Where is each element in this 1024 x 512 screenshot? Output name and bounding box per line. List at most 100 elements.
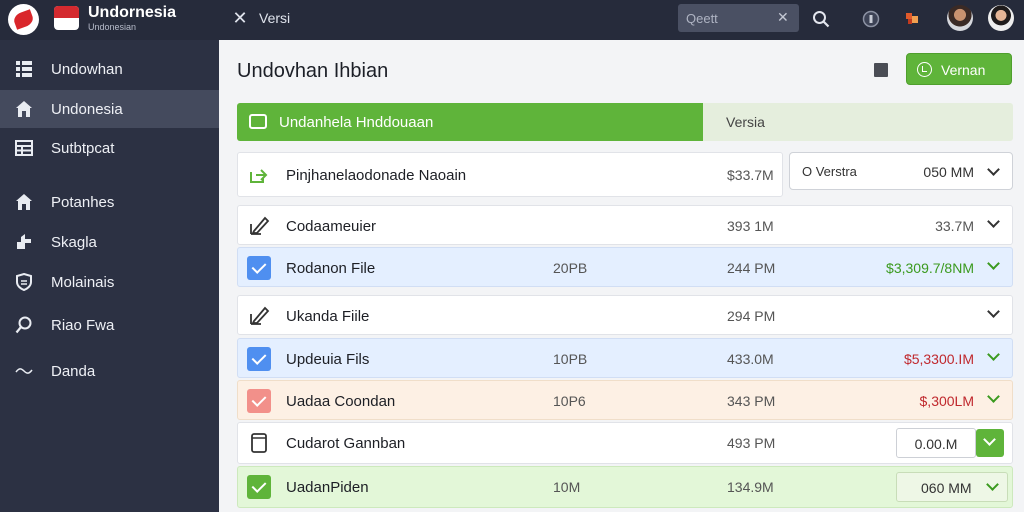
row-name: Uadaa Coondan: [286, 393, 396, 410]
flag-icon[interactable]: [900, 7, 924, 31]
chevron-down-icon: [987, 482, 997, 492]
list-item[interactable]: Pinjhanelaodonade Naoain $33.7M: [237, 152, 783, 197]
top-bar: ✕ Versi ✕: [219, 0, 1024, 40]
checkbox[interactable]: [247, 347, 271, 371]
search-input[interactable]: [686, 9, 774, 27]
table-row[interactable]: UadanPiden 10M 134.9M 060 MM: [237, 466, 1013, 508]
row-size: 10P6: [553, 393, 586, 409]
row-time: 294 PM: [727, 308, 776, 324]
sidebar-item-label: Undowhan: [51, 60, 123, 78]
sidebar: Undornesia Undonesian Undowhan Undonesia…: [0, 0, 219, 512]
row-time: 244 PM: [727, 260, 776, 276]
stop-button[interactable]: [874, 63, 888, 77]
flag-icon: [54, 6, 79, 30]
primary-button-label: Vernan: [941, 62, 986, 78]
brand-header: Undornesia Undonesian: [0, 0, 219, 40]
progress-banner: Undanhela Hnddouaan Versia: [237, 103, 1013, 141]
sidebar-item-label: Molainais: [51, 273, 115, 291]
grid-icon: [14, 59, 34, 79]
chevron-down-icon: [988, 167, 998, 177]
amount-input-box: [896, 428, 976, 458]
select-value: 060 MM: [921, 480, 972, 496]
chevron-down-icon[interactable]: [988, 309, 998, 319]
amount-select[interactable]: 060 MM: [896, 472, 1008, 502]
sidebar-item-label: Potanhes: [51, 193, 115, 211]
window-title: Versi: [259, 10, 291, 26]
row-time: 343 PM: [727, 393, 776, 409]
sidebar-item-undonesia[interactable]: Undonesia: [0, 90, 219, 128]
primary-action-button[interactable]: Vernan: [906, 53, 1012, 85]
wave-icon: [14, 361, 34, 381]
edit-icon: [247, 214, 271, 238]
shield-icon: [14, 272, 34, 292]
table-row[interactable]: Codaameuier 393 1M 33.7M: [237, 205, 1013, 245]
chevron-down-icon[interactable]: [988, 219, 998, 229]
row-time: 493 PM: [727, 435, 776, 451]
amount-input[interactable]: [903, 435, 969, 453]
table-row[interactable]: Updeuia Fils 10PB 433.0M $5,3300.IM: [237, 338, 1013, 378]
row-name: Pinjhanelaodonade Naoain: [286, 167, 467, 184]
confirm-button[interactable]: [976, 429, 1004, 457]
avatar[interactable]: [947, 5, 973, 31]
home-icon: [14, 99, 34, 119]
row-value: 33.7M: [935, 218, 974, 234]
checkbox-checked-icon: [247, 347, 271, 371]
sidebar-item-undowhan[interactable]: Undowhan: [0, 50, 219, 88]
row-name: Codaameuier: [286, 218, 377, 235]
row-name: Rodanon File: [286, 260, 376, 277]
checkbox[interactable]: [247, 256, 271, 280]
sidebar-item-label: Danda: [51, 362, 96, 380]
brand-subtitle: Undonesian: [88, 22, 137, 32]
row-value: $,300LM: [919, 393, 974, 409]
search-icon: [14, 315, 34, 335]
search-icon[interactable]: [809, 7, 833, 31]
chevron-down-icon[interactable]: [988, 394, 998, 404]
row-name: Cudarot Gannban: [286, 435, 406, 452]
sidebar-item-riao-fwa[interactable]: Riao Fwa: [0, 306, 219, 344]
chevron-down-icon[interactable]: [988, 261, 998, 271]
version-select[interactable]: O Verstra 050 MM: [789, 152, 1013, 190]
row-value: $3,309.7/8NM: [886, 260, 974, 276]
checkbox-checked-icon: [247, 389, 271, 413]
user-avatar[interactable]: [988, 5, 1014, 31]
table-row[interactable]: Cudarot Gannban 493 PM: [237, 422, 1013, 464]
sidebar-item-label: Sutbtpcat: [51, 139, 115, 157]
sidebar-item-label: Skagla: [51, 233, 97, 251]
checkbox-checked-icon: [247, 256, 271, 280]
info-icon[interactable]: [859, 7, 883, 31]
search-box: ✕: [678, 4, 799, 32]
share-icon: [14, 232, 34, 252]
edit-icon: [247, 304, 271, 328]
sidebar-item-danda[interactable]: Danda: [0, 352, 219, 390]
sidebar-item-molainais[interactable]: Molainais: [0, 263, 219, 301]
table-row[interactable]: Ukanda Fiile 294 PM: [237, 295, 1013, 335]
banner-right-label: Versia: [726, 114, 765, 130]
home-icon: [14, 192, 34, 212]
table-row[interactable]: Uadaa Coondan 10P6 343 PM $,300LM: [237, 380, 1013, 420]
checkbox[interactable]: [247, 389, 271, 413]
clear-icon[interactable]: ✕: [777, 9, 789, 26]
sidebar-item-label: Riao Fwa: [51, 316, 115, 334]
chat-icon: [249, 114, 267, 129]
checkbox-checked-icon: [247, 475, 271, 499]
row-size: 10PB: [553, 351, 588, 367]
page-title: Undovhan Ihbian: [237, 60, 389, 82]
close-icon[interactable]: ✕: [231, 8, 249, 28]
banner-label: Undanhela Hnddouaan: [279, 114, 434, 131]
sidebar-item-label: Undonesia: [51, 100, 123, 118]
table-icon: [14, 138, 34, 158]
select-label: O Verstra: [802, 164, 857, 179]
row-time: 433.0M: [727, 351, 774, 367]
sidebar-item-sutbtpcat[interactable]: Sutbtpcat: [0, 129, 219, 167]
chevron-down-icon[interactable]: [988, 352, 998, 362]
table-row[interactable]: Rodanon File 20PB 244 PM $3,309.7/8NM: [237, 247, 1013, 287]
sidebar-item-skagla[interactable]: Skagla: [0, 223, 219, 261]
row-name: UadanPiden: [286, 479, 369, 496]
checkbox[interactable]: [247, 475, 271, 499]
row-time: 393 1M: [727, 218, 774, 234]
row-time: $33.7M: [727, 167, 774, 183]
brand-logo: [8, 4, 39, 35]
row-value: $5,3300.IM: [903, 351, 974, 367]
brand-title: Undornesia: [88, 4, 177, 21]
sidebar-item-potanhes[interactable]: Potanhes: [0, 183, 219, 221]
